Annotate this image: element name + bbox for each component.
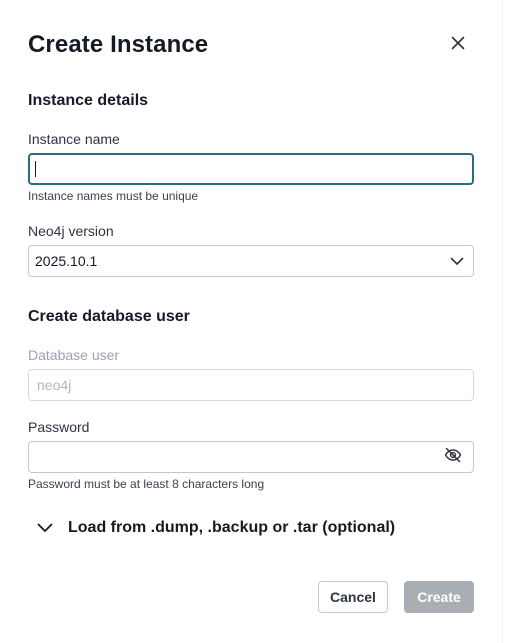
- create-button[interactable]: Create: [404, 581, 474, 613]
- database-user-label: Database user: [28, 347, 120, 363]
- chevron-down-icon: [36, 519, 54, 537]
- text-caret: [35, 161, 36, 177]
- create-database-user-heading: Create database user: [28, 308, 190, 325]
- create-instance-dialog: Create Instance Instance details Instanc…: [0, 0, 503, 643]
- password-label: Password: [28, 419, 90, 435]
- load-from-file-toggle[interactable]: Load from .dump, .backup or .tar (option…: [36, 517, 395, 539]
- chevron-down-icon: [449, 253, 465, 269]
- toggle-password-visibility-button[interactable]: [443, 447, 463, 468]
- password-helper: Password must be at least 8 characters l…: [28, 477, 265, 491]
- password-input[interactable]: [28, 441, 474, 473]
- cancel-button[interactable]: Cancel: [318, 581, 388, 613]
- instance-name-helper: Instance names must be unique: [28, 189, 199, 203]
- neo4j-version-label: Neo4j version: [28, 223, 114, 239]
- load-from-file-label: Load from .dump, .backup or .tar (option…: [68, 519, 396, 536]
- instance-name-input[interactable]: [28, 153, 474, 185]
- dialog-title: Create Instance: [28, 31, 209, 58]
- close-button[interactable]: [446, 33, 470, 57]
- neo4j-version-select[interactable]: 2025.10.1: [28, 245, 474, 277]
- neo4j-version-value: 2025.10.1: [35, 253, 98, 269]
- close-icon: [451, 36, 465, 55]
- database-user-input: [28, 369, 474, 401]
- instance-name-label: Instance name: [28, 131, 120, 147]
- eye-off-icon: [444, 447, 462, 468]
- instance-details-heading: Instance details: [28, 92, 149, 109]
